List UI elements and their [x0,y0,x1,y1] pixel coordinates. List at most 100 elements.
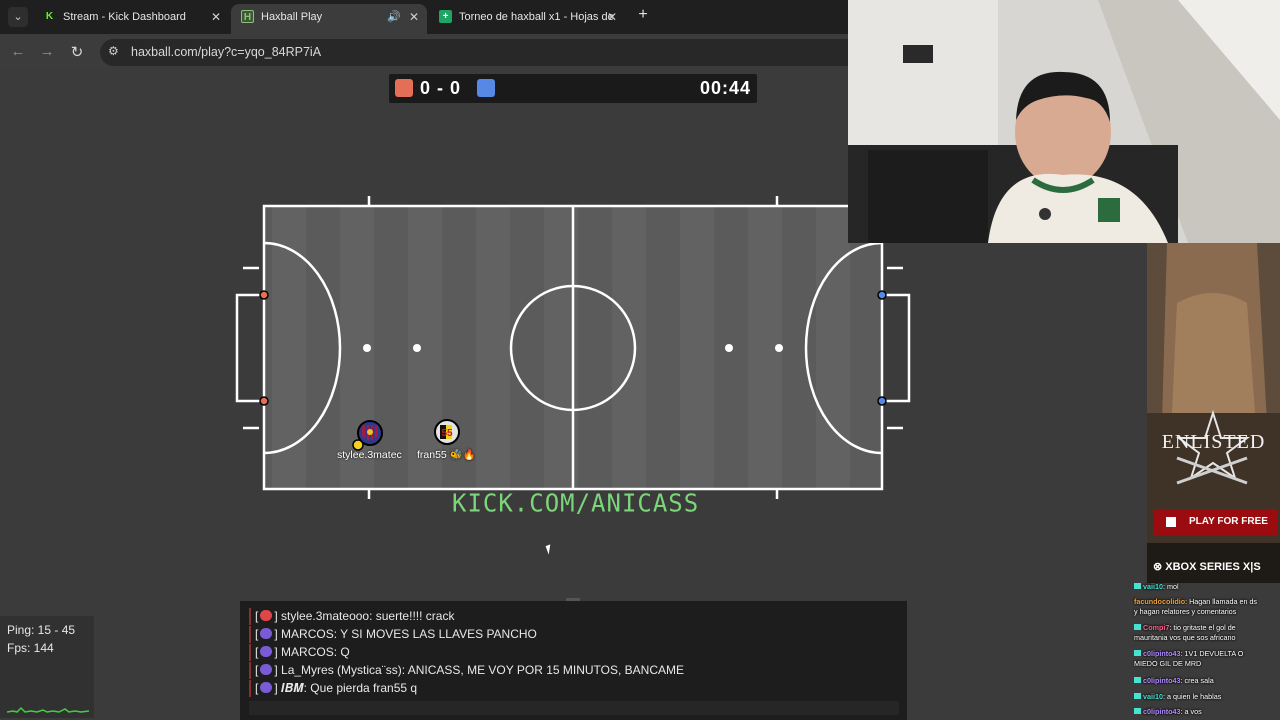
chat-text: : crea sala [1180,676,1214,685]
chat-text: mauritania vos que sos africano [1134,633,1236,642]
reload-icon[interactable]: ↻ [68,43,86,61]
bracket: [ [255,627,259,641]
chat-text: : 1V1 DEVUELTA O [1180,649,1244,658]
bracket: [ [255,609,259,623]
kickoff-mark [775,344,783,352]
stream-chat-message: c0lipinto43: 1V1 DEVUELTA O [1134,649,1243,659]
chat-user: c0lipinto43 [1143,676,1181,685]
user-icon [260,682,273,693]
performance-stats: Ping: 15 - 45 Fps: 144 [0,616,94,718]
url-text[interactable]: haxball.com/play?c=yqo_84RP7iA [131,45,321,59]
screen: { "browser": { "tabs": [ {"title": "Stre… [0,0,1280,720]
sub-badge-icon [1134,650,1141,656]
chat-text: : a quien le hablas [1162,692,1222,701]
streamer-webcam [848,0,1280,243]
close-tab-icon[interactable]: ✕ [211,4,221,30]
sub-badge-icon [1134,624,1141,630]
new-tab-icon[interactable]: + [633,6,653,24]
chat-text: MARCOS: Y SI MOVES LAS LLAVES PANCHO [281,627,537,641]
match-timer: 00:44 [699,78,751,98]
stream-chat-message: y hagan relatores y comentarios [1134,607,1236,617]
chat-input[interactable] [249,701,899,715]
player-disc-fran55[interactable]: 55 [434,419,460,445]
chat-text: MIEDO GIL DE MRD [1134,659,1202,668]
close-tab-icon[interactable]: ✕ [607,4,617,30]
user-icon [260,646,273,657]
xbox-icon: ⊗ [1153,561,1166,573]
bracket: ] [274,627,278,641]
red-goal-post [259,290,269,300]
chat-user: c0lipinto43 [1143,707,1181,716]
close-tab-icon[interactable]: ✕ [409,4,419,30]
tab-title: Torneo de haxball x1 - Hojas de [459,11,614,23]
site-settings-icon[interactable]: ⚙ [108,44,119,58]
chat-message: [] stylee.3mateooo: suerte!!!! crack [249,608,454,625]
scoreboard: 0 - 0 00:44 [389,74,757,103]
user-icon [260,628,273,639]
bracket: [ [255,681,259,695]
audio-playing-icon[interactable]: 🔊 [387,4,401,30]
red-team-square [395,79,413,97]
bracket: ] [274,645,278,659]
stream-watermark: KICK.COM/ANICASS [452,488,700,518]
sub-badge-icon [1134,583,1141,589]
tab-kick-dashboard[interactable]: K Stream - Kick Dashboard ✕ [33,4,229,34]
kickoff-mark [413,344,421,352]
chat-resize-handle[interactable] [566,598,580,601]
stream-chat-message: c0lipinto43: crea sala [1134,676,1214,686]
address-bar[interactable]: ⚙ haxball.com/play?c=yqo_84RP7iA [100,39,860,66]
chat-message: [] MARCOS: Y SI MOVES LAS LLAVES PANCHO [249,626,537,643]
game-chat: [] stylee.3mateooo: suerte!!!! crack [] … [240,598,907,720]
stream-chat-message: facundocolidio: Hagan llamada en ds [1134,597,1257,607]
chat-text: stylee.3mateooo: suerte!!!! crack [281,609,455,623]
back-arrow-icon[interactable]: ← [9,43,27,60]
haxball-icon: H [241,10,254,23]
forward-arrow-icon[interactable]: → [38,43,56,60]
windows-icon [1166,517,1176,527]
chat-text: : Hagan llamada en ds [1185,597,1258,606]
play-for-free-button[interactable]: PLAY FOR FREE [1153,509,1277,535]
user-icon [260,664,273,675]
chat-user: vaii10 [1143,692,1163,701]
right-goal-net [882,293,911,403]
stream-chat-message: mauritania vos que sos africano [1134,633,1235,643]
webcam-image [848,0,1280,243]
chat-text: : a vos [1180,707,1202,716]
bracket: ] [274,609,278,623]
enlisted-ad[interactable]: ENLISTED PLAY FOR FREE ⊗ XBOX SERIES X|S [1147,243,1280,583]
chat-text: La_Myres (Mystica¨ss): ANICASS, ME VOY P… [281,663,685,677]
stream-chat-message: vaii10: a quien le hablas [1134,692,1221,702]
fps-readout: Fps: 144 [7,641,54,655]
tab-haxball-play[interactable]: H Haxball Play 🔊 ✕ [231,4,427,34]
tab-search-chevron-icon[interactable]: ⌄ [8,7,28,27]
chat-user: facundocolidio [1134,597,1186,606]
ping-readout: Ping: 15 - 45 [7,623,76,637]
stream-chat-overlay: vaii10: mol facundocolidio: Hagan llamad… [1131,582,1280,720]
sub-badge-icon [1134,708,1141,714]
tab-title: Haxball Play [261,11,323,23]
chat-text: 𝑰𝑩𝑴: Que pierda fran55 q [281,681,418,695]
bracket: [ [255,645,259,659]
kick-icon: K [45,11,54,22]
tab-torneo-sheets[interactable]: + Torneo de haxball x1 - Hojas de ✕ [429,4,625,34]
blue-goal-post [877,396,887,406]
platform-text: XBOX SERIES X|S [1165,561,1261,573]
svg-text:55: 55 [441,428,453,439]
cta-label: PLAY FOR FREE [1189,516,1268,527]
bracket: [ [255,663,259,677]
stream-chat-message: MIEDO GIL DE MRD [1134,659,1201,669]
red-team-icon [260,610,273,621]
red-goal-post [259,396,269,406]
chat-user: Compi7 [1143,623,1170,632]
ad-title: ENLISTED [1161,431,1266,453]
chat-text: y hagan relatores y comentarios [1134,607,1237,616]
kickoff-mark [725,344,733,352]
bracket: ] [274,681,278,695]
tab-title: Stream - Kick Dashboard [63,11,186,23]
frame-graph [7,706,89,713]
stream-chat-message: c0lipinto43: a vos [1134,707,1202,717]
player-name-stylee: stylee.3matec [337,449,402,461]
sub-badge-icon [1134,677,1141,683]
stream-chat-message: vaii10: mol [1134,582,1179,592]
stream-chat-message: Compi7: tio gritaste el gol de [1134,623,1236,633]
